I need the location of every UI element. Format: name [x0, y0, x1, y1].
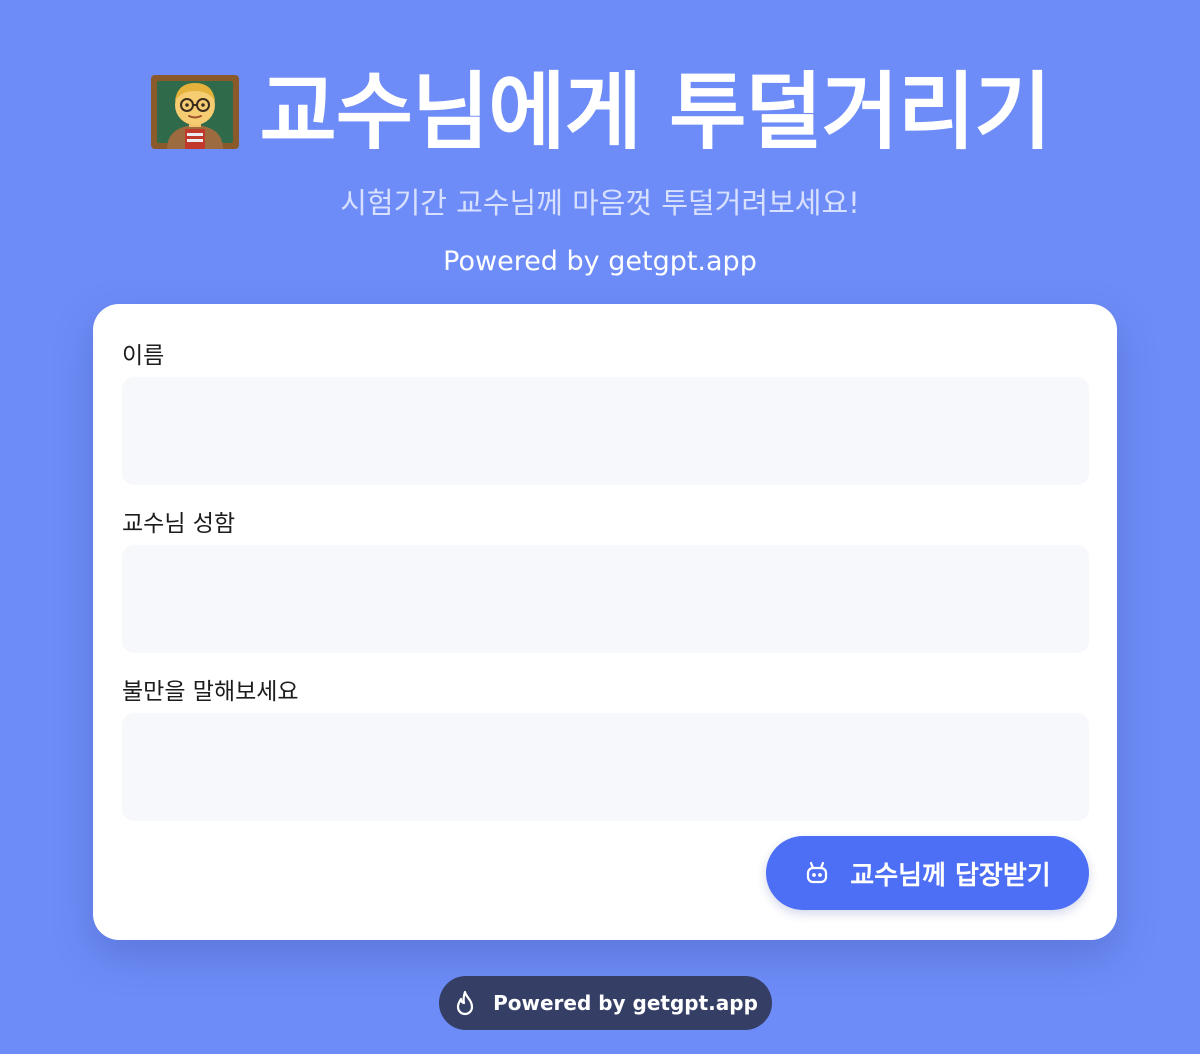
powered-by-badge-label: Powered by getgpt.app [493, 991, 758, 1015]
name-input[interactable] [122, 377, 1089, 485]
get-reply-button[interactable]: 교수님께 답장받기 [766, 836, 1089, 910]
man-teacher-emoji-icon [149, 73, 241, 151]
form-card: 이름 교수님 성함 불만을 말해보세요 교수님께 답장받기 [93, 304, 1117, 940]
powered-by-badge[interactable]: Powered by getgpt.app [439, 976, 772, 1030]
get-reply-button-label: 교수님께 답장받기 [850, 860, 1051, 891]
robot-icon [804, 860, 830, 886]
complaint-input[interactable] [122, 713, 1089, 821]
name-label: 이름 [122, 343, 165, 369]
page-subtitle: 시험기간 교수님께 마음껏 투덜거려보세요! [340, 186, 860, 220]
powered-by-text: Powered by getgpt.app [443, 246, 757, 277]
professor-name-input[interactable] [122, 545, 1089, 653]
professor-name-label: 교수님 성함 [122, 511, 236, 537]
page-title: 교수님에게 투덜거리기 [259, 63, 1051, 161]
title-row: 교수님에게 투덜거리기 [0, 62, 1200, 162]
flame-icon [453, 989, 477, 1017]
complaint-label: 불만을 말해보세요 [122, 679, 299, 705]
